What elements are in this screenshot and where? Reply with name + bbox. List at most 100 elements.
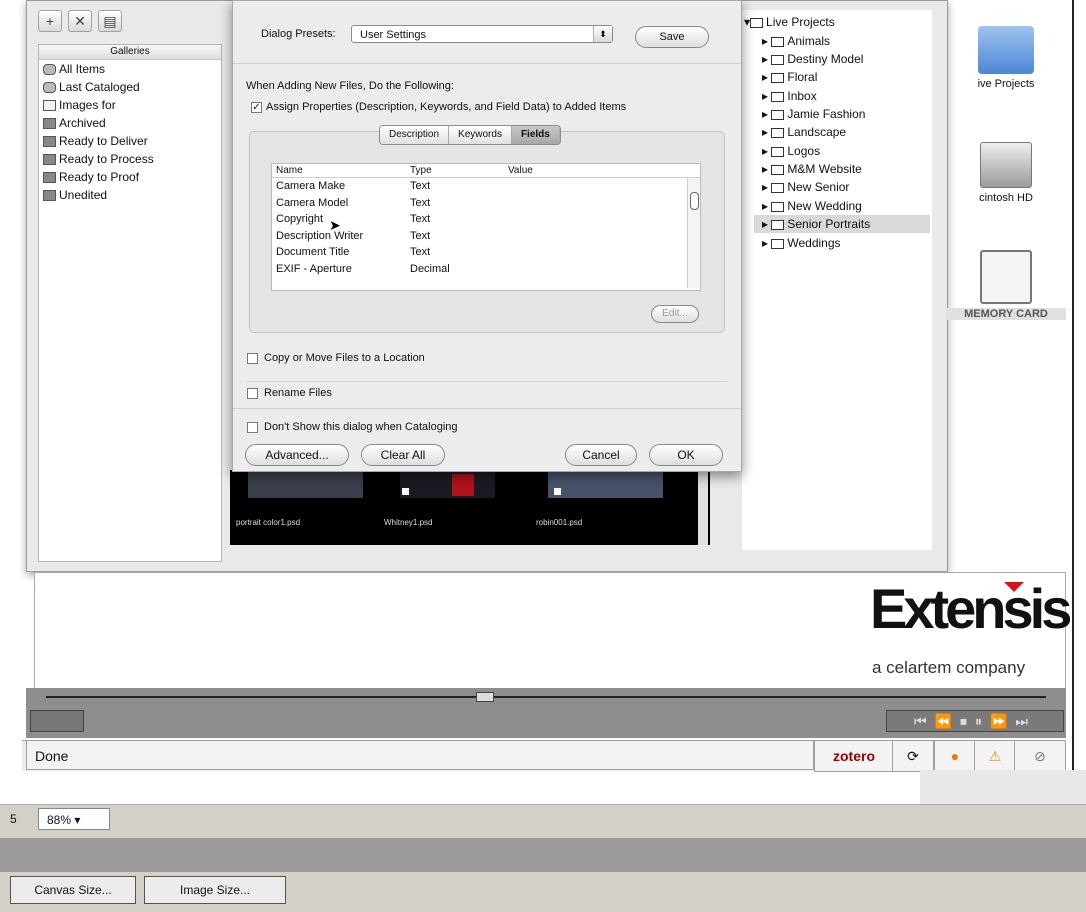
folder-icon xyxy=(771,238,785,249)
tree-item[interactable]: ▸ Destiny Model xyxy=(762,50,942,68)
tab-description[interactable]: Description xyxy=(380,126,450,144)
thumbnail-image[interactable] xyxy=(248,470,363,498)
tree-item-selected[interactable]: ▸ Senior Portraits xyxy=(754,215,930,233)
tree-item[interactable]: ▸ Inbox xyxy=(762,87,942,105)
edit-field-button[interactable]: Edit... xyxy=(651,305,699,323)
gallery-last-cataloged[interactable]: Last Cataloged xyxy=(39,78,221,96)
folder-icon xyxy=(771,36,785,47)
tree-item[interactable]: ▸ M&M Website xyxy=(762,160,942,178)
desktop-folder[interactable]: ive Projects xyxy=(946,26,1066,90)
presets-popup[interactable]: User Settings ⬍ xyxy=(351,25,613,43)
tree-item-label: Inbox xyxy=(787,89,817,103)
field-name: EXIF - Aperture xyxy=(276,262,352,275)
remove-gallery-button[interactable]: ✕ xyxy=(68,10,92,32)
seek-thumb[interactable] xyxy=(476,692,494,702)
zoom-select[interactable]: 88% ▾ xyxy=(38,808,110,830)
ok-button[interactable]: OK xyxy=(649,444,723,466)
thumbnail-caption: Whitney1.psd xyxy=(384,518,433,527)
gallery-ready-to-proof[interactable]: Ready to Proof xyxy=(39,168,221,186)
zotero-button[interactable]: zotero xyxy=(814,740,894,772)
field-type: Text xyxy=(410,180,431,192)
gallery-ready-to-process[interactable]: Ready to Process xyxy=(39,150,221,168)
tree-item[interactable]: ▸ Animals xyxy=(762,32,942,50)
column-name[interactable]: Name xyxy=(276,164,303,177)
column-value[interactable]: Value xyxy=(508,164,533,177)
folder-icon xyxy=(771,146,785,157)
adding-heading: When Adding New Files, Do the Following: xyxy=(246,80,454,92)
update-icon[interactable]: ⟳ xyxy=(892,740,934,772)
field-type: Text xyxy=(410,229,431,242)
field-name: Document Title xyxy=(276,246,350,258)
field-name: Camera Model xyxy=(276,196,349,209)
volume-control[interactable] xyxy=(30,710,84,732)
disclosure-closed-icon: ▸ xyxy=(762,70,769,84)
folder-icon xyxy=(771,182,785,193)
tree-item[interactable]: ▸ Landscape xyxy=(762,123,942,141)
save-preset-button[interactable]: Save xyxy=(635,26,709,48)
box-icon xyxy=(43,154,56,166)
galleries-header: Galleries xyxy=(39,45,221,60)
dont-show-checkbox[interactable] xyxy=(247,422,258,433)
table-row[interactable]: EXIF - Aperture Decimal xyxy=(272,261,700,278)
tree-item-label: Logos xyxy=(787,144,821,158)
desktop-hd-label: cintosh HD xyxy=(979,192,1033,204)
image-size-button[interactable]: Image Size... xyxy=(144,876,286,904)
warning-icon[interactable]: ⚠ xyxy=(974,740,1016,772)
tree-item[interactable]: ▸ Floral xyxy=(762,68,942,86)
table-row[interactable]: Camera Model Text xyxy=(272,195,700,212)
disclosure-closed-icon: ▸ xyxy=(762,89,769,103)
desktop-memory-card[interactable]: MEMORY CARD xyxy=(946,250,1066,320)
thumbnail-scrollbar[interactable] xyxy=(698,470,708,545)
checkmark-icon: ✓ xyxy=(252,102,261,113)
tree-item-label: New Senior xyxy=(787,180,850,194)
disclosure-closed-icon: ▸ xyxy=(762,199,769,213)
add-gallery-button[interactable]: + xyxy=(38,10,62,32)
thumbnail-image[interactable] xyxy=(400,470,495,498)
cancel-button[interactable]: Cancel xyxy=(565,444,637,466)
table-row[interactable]: Document Title Text xyxy=(272,244,700,261)
gallery-label: All Items xyxy=(59,62,106,76)
table-scrollbar[interactable] xyxy=(687,178,700,288)
noscript-icon[interactable]: ⊘ xyxy=(1014,740,1066,772)
gallery-ready-to-deliver[interactable]: Ready to Deliver xyxy=(39,132,221,150)
gallery-all-items[interactable]: All Items xyxy=(39,60,221,78)
camera-icon xyxy=(43,64,56,76)
disclosure-closed-icon: ▸ xyxy=(762,34,769,48)
clear-all-button[interactable]: Clear All xyxy=(361,444,445,466)
gallery-archived[interactable]: Archived xyxy=(39,114,221,132)
sidebar-toggle-button[interactable]: ▤ xyxy=(98,10,122,32)
canvas-size-button[interactable]: Canvas Size... xyxy=(10,876,136,904)
hard-drive-icon xyxy=(980,142,1032,188)
folder-icon xyxy=(771,201,785,212)
field-type: Text xyxy=(410,213,431,225)
tab-keywords[interactable]: Keywords xyxy=(449,126,512,144)
tree-root-item[interactable]: ▾ Live Projects xyxy=(744,13,924,31)
gallery-unedited[interactable]: Unedited xyxy=(39,186,221,204)
column-type[interactable]: Type xyxy=(410,164,432,177)
thumbnail-image[interactable] xyxy=(548,470,663,498)
rename-checkbox[interactable] xyxy=(247,388,258,399)
firefox-icon[interactable]: ● xyxy=(934,740,976,772)
seek-track[interactable] xyxy=(46,696,1046,698)
advanced-button[interactable]: Advanced... xyxy=(245,444,349,466)
tree-item[interactable]: ▸ New Wedding xyxy=(762,197,942,215)
gallery-images-for[interactable]: Images for xyxy=(39,96,221,114)
zoom-prefix: 5 xyxy=(10,812,17,826)
tree-item[interactable]: ▸ New Senior xyxy=(762,178,942,196)
scroll-thumb[interactable] xyxy=(690,192,699,210)
desktop-hard-drive[interactable]: cintosh HD xyxy=(946,142,1066,204)
tree-item[interactable]: ▸ Logos xyxy=(762,142,942,160)
zoom-bar xyxy=(0,804,1086,839)
disclosure-closed-icon: ▸ xyxy=(762,52,769,66)
tree-item[interactable]: ▸ Jamie Fashion xyxy=(762,105,942,123)
folder-icon xyxy=(771,164,785,175)
tab-fields[interactable]: Fields xyxy=(511,126,560,144)
copy-move-checkbox[interactable] xyxy=(247,353,258,364)
galleries-panel: Galleries All Items Last Cataloged Image… xyxy=(38,44,222,562)
playback-controls[interactable]: ⏮⏪⏹⏸⏩⏭ xyxy=(886,710,1064,732)
disclosure-closed-icon: ▸ xyxy=(762,162,769,176)
assign-properties-checkbox[interactable]: ✓ xyxy=(251,102,262,113)
tree-item[interactable]: ▸ Weddings xyxy=(762,234,942,252)
table-row[interactable]: Camera Make Text xyxy=(272,178,700,195)
thumbnail-marker xyxy=(402,488,409,495)
